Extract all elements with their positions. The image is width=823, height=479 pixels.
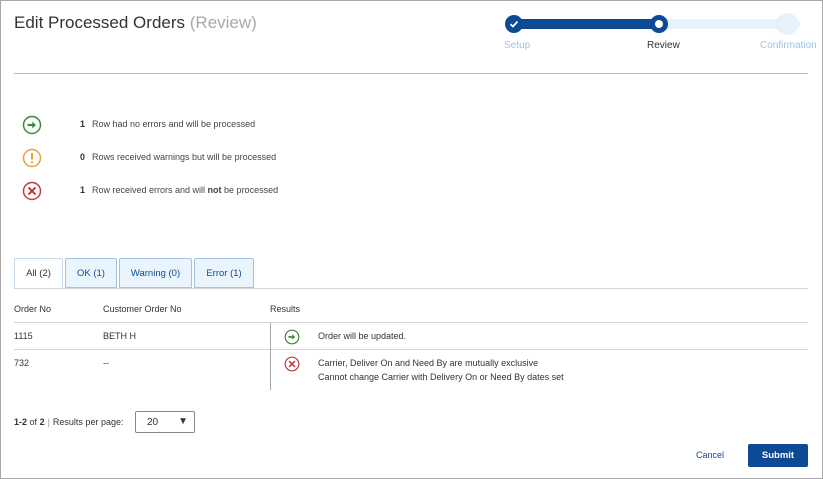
step-review-label: Review bbox=[647, 40, 680, 51]
table-header-divider bbox=[14, 322, 808, 323]
pagination-info: 1-2 of 2 | Results per page: bbox=[14, 417, 124, 427]
summary-error-count: 1 bbox=[80, 185, 86, 195]
dialog-frame bbox=[0, 0, 823, 479]
result-message: Carrier, Deliver On and Need By are mutu… bbox=[318, 358, 539, 368]
header-divider bbox=[14, 73, 808, 74]
summary-ok-count: 1 bbox=[80, 119, 86, 129]
dropdown-caret-icon: ▼ bbox=[178, 416, 188, 427]
x-circle-icon bbox=[22, 181, 42, 201]
check-icon bbox=[509, 20, 519, 28]
order-no-cell: 1115 bbox=[14, 331, 33, 341]
cancel-button[interactable]: Cancel bbox=[696, 450, 724, 460]
tab-warning[interactable]: Warning (0) bbox=[119, 258, 192, 288]
summary-warning-text: Rows received warnings but will be proce… bbox=[92, 152, 277, 162]
tabs-underline bbox=[14, 288, 808, 289]
column-header-order-no: Order No bbox=[14, 304, 52, 314]
summary-warning-row: 0 Rows received warnings but will be pro… bbox=[22, 148, 422, 168]
submit-button[interactable]: Submit bbox=[748, 444, 808, 467]
page-title-step: (Review) bbox=[189, 13, 257, 32]
step-confirmation-dot bbox=[776, 13, 798, 35]
tab-error[interactable]: Error (1) bbox=[194, 258, 254, 288]
summary-ok-text: Row had no errors and will be processed bbox=[92, 119, 256, 129]
result-message: Cannot change Carrier with Delivery On o… bbox=[318, 372, 564, 382]
x-circle-icon bbox=[284, 356, 300, 372]
results-per-page-label: Results per page: bbox=[52, 417, 124, 427]
stepper-progress-fill bbox=[510, 19, 660, 29]
step-confirmation-label: Confirmation bbox=[760, 40, 817, 51]
customer-order-no-cell: -- bbox=[103, 358, 109, 368]
step-setup-label: Setup bbox=[504, 40, 531, 51]
tab-all[interactable]: All (2) bbox=[14, 258, 63, 288]
step-review-dot bbox=[650, 15, 668, 33]
customer-order-no-cell: BETH H bbox=[103, 331, 137, 341]
exclamation-circle-icon bbox=[22, 148, 42, 168]
results-column-divider bbox=[270, 323, 271, 390]
summary-warning-count: 0 bbox=[80, 152, 86, 162]
summary-ok-row: 1 Row had no errors and will be processe… bbox=[22, 115, 422, 135]
summary-error-row: 1 Row received errors and will not be pr… bbox=[22, 181, 422, 201]
arrow-right-circle-icon bbox=[284, 329, 300, 345]
progress-stepper: Setup Review Confirmation bbox=[496, 12, 821, 56]
results-per-page-value: 20 bbox=[147, 417, 159, 428]
page-title-main: Edit Processed Orders bbox=[14, 13, 186, 32]
order-no-cell: 732 bbox=[14, 358, 30, 368]
page-title: Edit Processed Orders (Review) bbox=[14, 13, 257, 33]
result-message: Order will be updated. bbox=[318, 331, 407, 341]
results-per-page-select[interactable]: 20 ▼ bbox=[135, 411, 195, 433]
summary-error-text: Row received errors and will not be proc… bbox=[92, 185, 279, 195]
arrow-right-circle-icon bbox=[22, 115, 42, 135]
tab-ok[interactable]: OK (1) bbox=[65, 258, 117, 288]
step-setup-dot bbox=[505, 15, 523, 33]
table-row-divider bbox=[14, 349, 808, 350]
column-header-customer-order-no: Customer Order No bbox=[103, 304, 182, 314]
column-header-results: Results bbox=[270, 304, 301, 314]
